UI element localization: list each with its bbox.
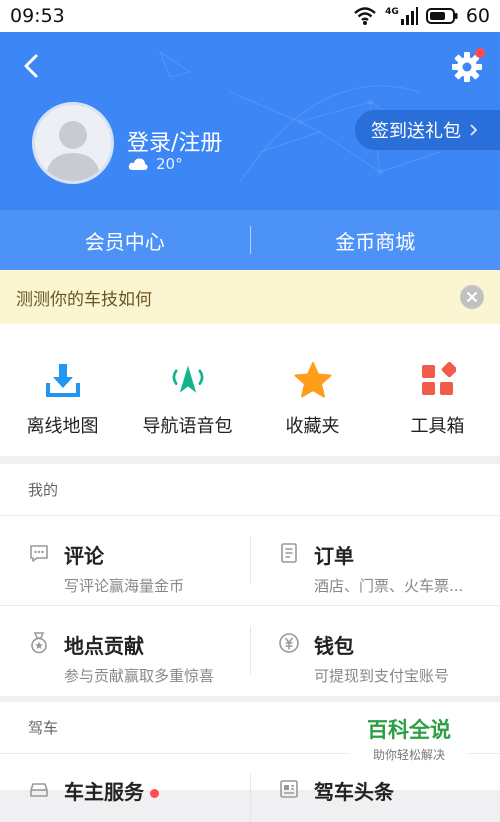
wifi-icon [353, 6, 377, 26]
notification-badge [475, 48, 485, 58]
status-bar: 09:53 4G 60 [0, 0, 500, 32]
wallet-icon [278, 632, 300, 654]
grid-row: 地点贡献 参与贡献赢取多重惊喜 钱包 可提现到支付宝账号 [0, 606, 500, 696]
tool-voice-pack[interactable]: 导航语音包 [125, 324, 250, 456]
entry-title: 车主服务 [64, 776, 159, 805]
login-register-link[interactable]: 登录/注册 [127, 125, 222, 157]
avatar[interactable] [32, 102, 114, 184]
comment-icon [28, 542, 50, 564]
entry-title: 驾车头条 [314, 776, 394, 805]
section-title: 我的 [0, 464, 500, 516]
toolbox-icon [418, 360, 458, 400]
entry-subtitle: 可提现到支付宝账号 [314, 665, 449, 686]
driving-quiz-banner[interactable]: 测测你的车技如何 [0, 270, 500, 324]
coin-mall-button[interactable]: 金币商城 [251, 226, 500, 255]
entry-subtitle: 参与贡献赢取多重惊喜 [64, 665, 214, 686]
watermark-logo: 百科全说 助你轻松解决 [350, 714, 468, 764]
member-center-button[interactable]: 会员中心 [0, 226, 250, 255]
entry-title: 评论 [64, 540, 184, 569]
back-button[interactable] [18, 50, 46, 82]
quick-tools: 离线地图 导航语音包 收藏夹 工具箱 [0, 324, 500, 456]
tool-toolbox[interactable]: 工具箱 [375, 324, 500, 456]
car-owner-service-entry[interactable]: 车主服务 [0, 754, 250, 814]
tool-label: 导航语音包 [143, 412, 233, 438]
settings-button[interactable] [450, 50, 484, 84]
watermark-subtitle: 助你轻松解决 [350, 746, 468, 763]
place-contribution-entry[interactable]: 地点贡献 参与贡献赢取多重惊喜 [0, 606, 250, 696]
chevron-right-icon [469, 123, 479, 137]
status-time: 09:53 [10, 5, 65, 27]
default-avatar-icon [35, 105, 111, 181]
cloud-icon [128, 157, 148, 171]
order-icon [278, 542, 300, 564]
wallet-entry[interactable]: 钱包 可提现到支付宝账号 [250, 606, 500, 696]
entry-title: 订单 [314, 540, 463, 569]
entry-title: 钱包 [314, 630, 449, 659]
new-badge [150, 789, 159, 798]
temperature: 20° [156, 155, 183, 173]
grid-row: 评论 写评论赢海量金币 订单 酒店、门票、火车票... [0, 516, 500, 606]
navigation-voice-icon [168, 360, 208, 400]
entry-title: 地点贡献 [64, 630, 214, 659]
profile-header: 登录/注册 20° 签到送礼包 会员中心 金币商城 [0, 32, 500, 270]
star-icon [293, 360, 333, 400]
battery-level: 60 [466, 5, 490, 27]
tool-label: 工具箱 [411, 412, 465, 438]
signin-gift-label: 签到送礼包 [371, 117, 461, 143]
news-icon [278, 778, 300, 800]
back-arrow-icon [18, 50, 46, 82]
close-banner-button[interactable] [460, 285, 484, 309]
tool-offline-map[interactable]: 离线地图 [0, 324, 125, 456]
watermark-title: 百科全说 [350, 714, 468, 744]
entry-title-text: 车主服务 [64, 780, 144, 804]
entry-subtitle: 酒店、门票、火车票... [314, 575, 463, 596]
tool-label: 离线地图 [27, 412, 99, 438]
medal-icon [28, 632, 50, 654]
signin-gift-button[interactable]: 签到送礼包 [355, 110, 500, 150]
member-row: 会员中心 金币商城 [0, 210, 500, 270]
cellular-signal-icon: 4G [385, 7, 418, 25]
tool-label: 收藏夹 [286, 412, 340, 438]
network-type: 4G [385, 7, 399, 17]
comment-entry[interactable]: 评论 写评论赢海量金币 [0, 516, 250, 605]
order-entry[interactable]: 订单 酒店、门票、火车票... [250, 516, 500, 605]
banner-text: 测测你的车技如何 [16, 285, 152, 310]
weather-info: 20° [128, 155, 183, 173]
close-icon [466, 291, 478, 303]
battery-icon [426, 7, 458, 25]
download-icon [43, 360, 83, 400]
car-icon [28, 778, 50, 800]
entry-subtitle: 写评论赢海量金币 [64, 575, 184, 596]
tool-favorites[interactable]: 收藏夹 [250, 324, 375, 456]
my-section: 我的 评论 写评论赢海量金币 订单 酒店、门票、火车票... [0, 464, 500, 696]
